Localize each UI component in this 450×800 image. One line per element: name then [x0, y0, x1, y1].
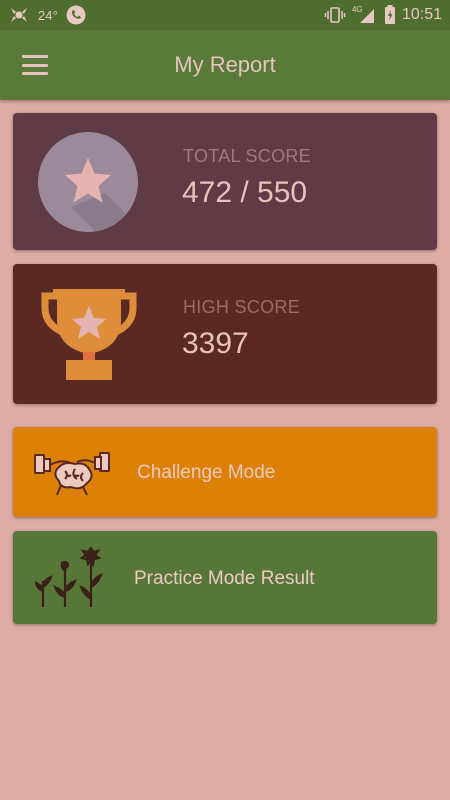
brain-dumbbell-icon — [34, 452, 110, 496]
app-notification-icon — [8, 4, 30, 26]
page-title: My Report — [174, 52, 276, 77]
challenge-mode-label: Challenge Mode — [137, 462, 276, 483]
high-score-label: HIGH SCORE — [183, 297, 301, 317]
temperature-text: 24° — [38, 7, 58, 23]
practice-mode-label: Practice Mode Result — [134, 568, 315, 589]
challenge-mode-button[interactable]: Challenge Mode — [13, 427, 437, 517]
high-score-value: 3397 — [182, 327, 249, 360]
vibrate-icon — [324, 6, 346, 24]
high-score-card: HIGH SCORE 3397 — [13, 264, 437, 404]
phone-icon — [66, 5, 86, 25]
total-score-label: TOTAL SCORE — [183, 146, 311, 166]
signal-icon: 4G — [351, 5, 378, 24]
total-score-value: 472 / 550 — [182, 176, 308, 209]
battery-icon — [384, 5, 396, 25]
star-circle-icon — [38, 132, 138, 232]
network-type-text: 4G — [351, 5, 363, 14]
trophy-icon — [41, 289, 137, 380]
status-bar: 24° 4G 10:51 — [0, 0, 450, 30]
app-bar: My Report — [0, 30, 450, 100]
total-score-card: TOTAL SCORE 472 / 550 — [13, 113, 437, 250]
growing-plants-icon — [34, 547, 103, 607]
practice-mode-result-button[interactable]: Practice Mode Result — [13, 531, 437, 624]
clock-text: 10:51 — [401, 6, 442, 23]
